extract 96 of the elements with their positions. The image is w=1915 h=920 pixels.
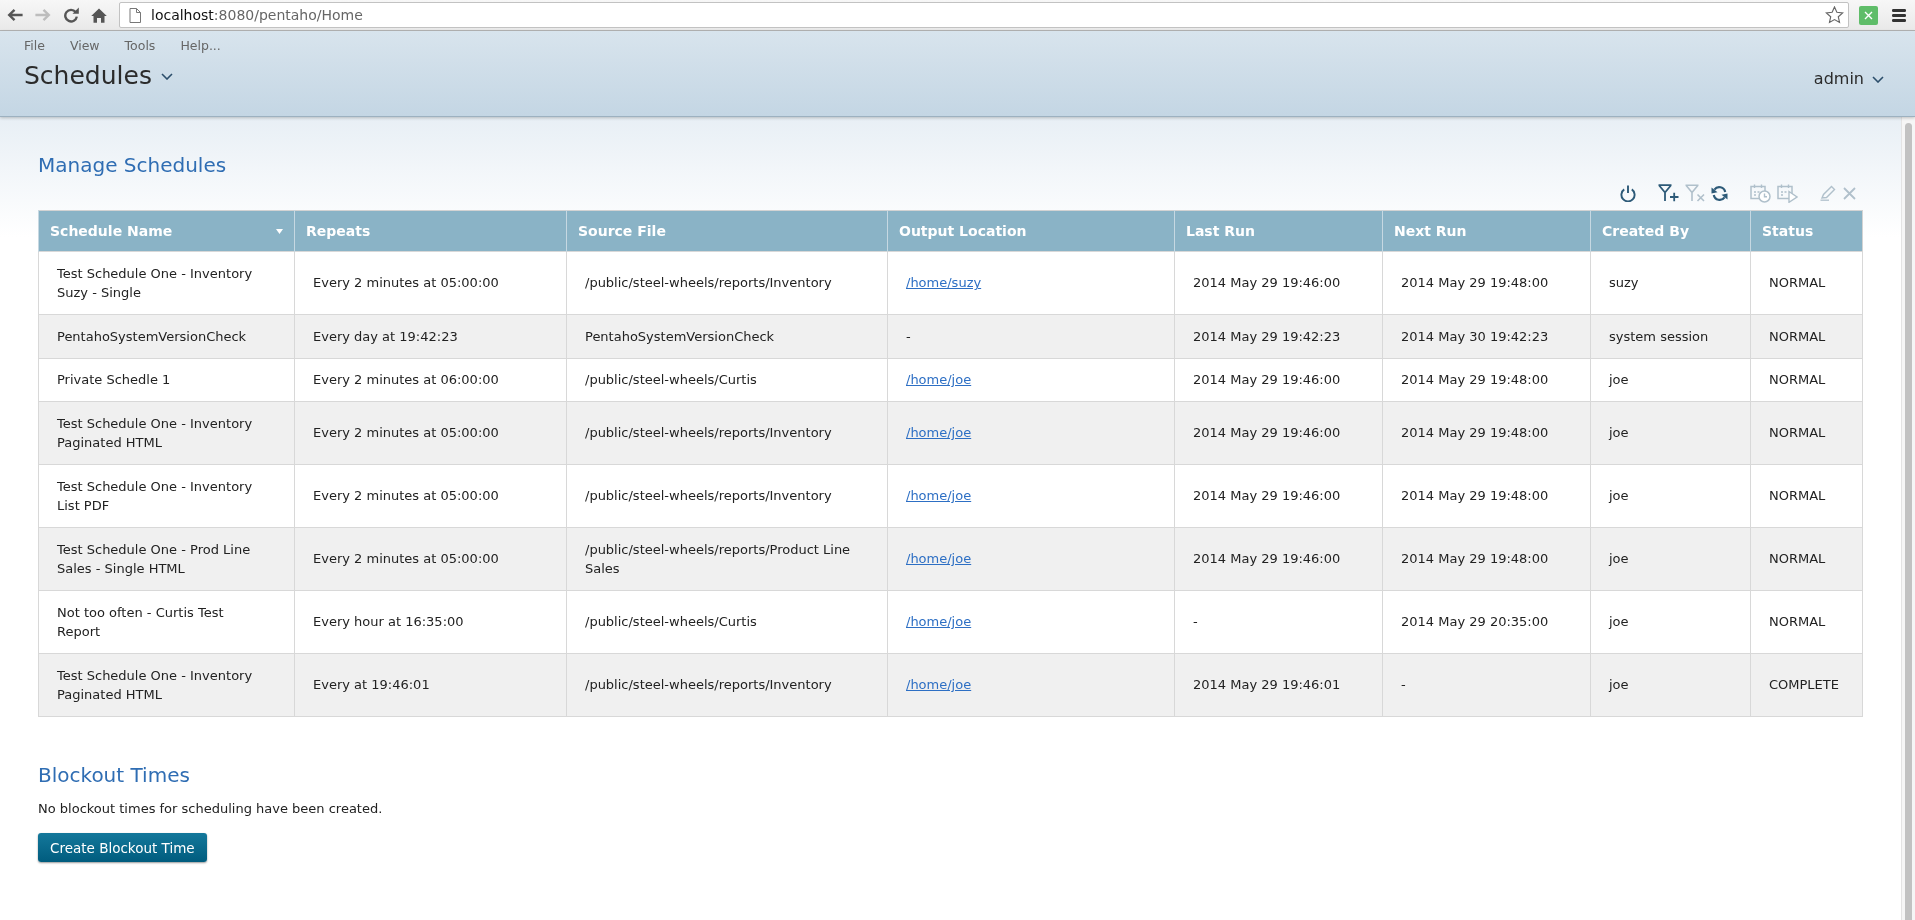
table-cell: 2014 May 29 19:48:00 (1382, 401, 1591, 465)
table-cell: system session (1590, 314, 1751, 358)
table-cell: /public/steel-wheels/reports/Inventory (566, 464, 888, 528)
table-row[interactable]: Test Schedule One - Inventory Paginated HTML Every 2 minutes at 05:00:00 /public/steel-wheels/reports/Inventory /home/joe 2014 May 29 19:46:00 2014 May 29 19:48:00 joe NORMAL (38, 401, 1863, 465)
table-row[interactable]: Test Schedule One - Inventory Paginated HTML Every at 19:46:01 /public/steel-wheels/reports/Inventory /home/joe 2014 May 29 19:46:01 - joe COMPLETE (38, 653, 1863, 717)
scrollbar-thumb[interactable] (1905, 123, 1912, 920)
table-row[interactable]: Test Schedule One - Inventory List PDF Every 2 minutes at 05:00:00 /public/steel-wheels/reports/Inventory /home/joe 2014 May 29 19:46:00 2014 May 29 19:48:00 joe NORMAL (38, 464, 1863, 528)
table-cell: 2014 May 29 19:48:00 (1382, 464, 1591, 528)
table-cell: - (887, 314, 1175, 358)
folder-link[interactable]: /home/joe (906, 425, 972, 441)
table-cell: NORMAL (1750, 401, 1863, 465)
table-cell: - (1174, 590, 1383, 654)
chevron-down-icon[interactable] (160, 72, 173, 80)
table-row[interactable]: Test Schedule One - Inventory Suzy - Single Every 2 minutes at 05:00:00 /public/steel-wheels/reports/Inventory /home/suzy 2014 May 29 19:46:00 2014 May 29 19:48:00 suzy NORMAL (38, 251, 1863, 315)
menu-item[interactable]: File (24, 38, 45, 54)
folder-link[interactable]: /home/joe (906, 372, 972, 387)
table-cell: joe (1590, 653, 1751, 717)
folder-link[interactable]: /home/suzy (906, 275, 982, 291)
menu-item[interactable]: Help... (180, 38, 221, 54)
folder-link[interactable]: /home/joe (906, 614, 972, 630)
table-cell: /public/steel-wheels/Curtis (566, 590, 888, 654)
table-cell: joe (1590, 464, 1751, 528)
perspective-menu[interactable]: Schedules (24, 59, 173, 93)
menu-item[interactable]: View (69, 38, 100, 54)
table-cell: Test Schedule One - Inventory Paginated HTML (38, 653, 295, 717)
table-cell: 2014 May 29 19:48:00 (1382, 358, 1591, 402)
user-menu[interactable]: admin (1813, 68, 1884, 90)
address-field[interactable]: localhost:8080/pentaho/Home (119, 2, 1849, 28)
table-cell: 2014 May 30 19:42:23 (1382, 314, 1591, 358)
table-cell: Every hour at 16:35:00 (294, 590, 567, 654)
table-row[interactable]: Test Schedule One - Prod Line Sales - Single HTML Every 2 minutes at 05:00:00 /public/steel-wheels/reports/Product Line Sales /home/joe 2014 May 29 19:46:00 2014 May 29 19:48:00 joe NORMAL (38, 527, 1863, 591)
table-cell: joe (1590, 358, 1751, 402)
table-row[interactable]: Not too often - Curtis Test Report Every hour at 16:35:00 /public/steel-wheels/Curtis /home/joe - 2014 May 29 20:35:00 joe NORMAL (38, 590, 1863, 654)
table-cell: Every at 19:46:01 (294, 653, 567, 717)
table-cell: Test Schedule One - Inventory List PDF (38, 464, 295, 528)
section-title: Manage Schedules (38, 153, 227, 177)
table-cell: joe (1590, 401, 1751, 465)
table-cell: COMPLETE (1750, 653, 1863, 717)
table-cell: 2014 May 29 19:46:00 (1174, 464, 1383, 528)
table-cell: NORMAL (1750, 251, 1863, 315)
menu-item[interactable]: Tools (124, 38, 156, 54)
table-cell: NORMAL (1750, 358, 1863, 402)
menu-icon[interactable] (1892, 8, 1906, 22)
x-tile-icon[interactable] (1859, 5, 1878, 25)
empty-message: No blockout times for scheduling have been created. (38, 800, 383, 818)
table-cell: Test Schedule One - Inventory Paginated HTML (38, 401, 295, 465)
table-cell: 2014 May 29 19:48:00 (1382, 251, 1591, 315)
table-cell: /public/steel-wheels/Curtis (566, 358, 888, 402)
table-cell: /public/steel-wheels/reports/Inventory (566, 653, 888, 717)
table-cell: /public/steel-wheels/reports/Inventory (566, 401, 888, 465)
page-icon (129, 7, 141, 23)
table-cell: Not too often - Curtis Test Report (38, 590, 295, 654)
filter-add-icon[interactable] (1658, 184, 1679, 202)
table-cell: 2014 May 29 19:46:00 (1174, 358, 1383, 402)
table-cell: NORMAL (1750, 464, 1863, 528)
table-row[interactable]: Private Schedle 1 Every 2 minutes at 06:00:00 /public/steel-wheels/Curtis /home/joe 2014 May 29 19:46:00 2014 May 29 19:48:00 joe NORMAL (38, 358, 1863, 402)
folder-link[interactable]: /home/joe (906, 488, 972, 504)
section-title: Blockout Times (38, 763, 190, 787)
table-cell: /public/steel-wheels/reports/Inventory (566, 251, 888, 315)
table-cell: Test Schedule One - Prod Line Sales - Single HTML (38, 527, 295, 591)
table-cell: NORMAL (1750, 527, 1863, 591)
folder-link[interactable]: /home/joe (906, 677, 972, 693)
table-cell: NORMAL (1750, 314, 1863, 358)
table-cell: Every day at 19:42:23 (294, 314, 567, 358)
table-cell: /public/steel-wheels/reports/Product Line Sales (566, 527, 888, 591)
table-cell: PentahoSystemVersionCheck (566, 314, 888, 358)
star-icon[interactable] (1825, 6, 1844, 24)
table-cell: Private Schedle 1 (38, 358, 295, 402)
back-icon[interactable] (7, 8, 23, 22)
table-cell: Every 2 minutes at 05:00:00 (294, 464, 567, 528)
home-icon[interactable] (91, 7, 107, 23)
folder-link[interactable]: /home/joe (906, 551, 972, 567)
table-cell: Every 2 minutes at 05:00:00 (294, 251, 567, 315)
table-cell: Every 2 minutes at 05:00:00 (294, 527, 567, 591)
refresh-icon[interactable] (1711, 184, 1728, 202)
table-cell: 2014 May 29 20:35:00 (1382, 590, 1591, 654)
table-cell: PentahoSystemVersionCheck (38, 314, 295, 358)
chevron-down-icon[interactable] (1872, 75, 1884, 83)
table-cell: 2014 May 29 19:46:00 (1174, 251, 1383, 315)
table-cell: 2014 May 29 19:42:23 (1174, 314, 1383, 358)
table-cell: 2014 May 29 19:46:01 (1174, 653, 1383, 717)
create-blockout-button[interactable]: Create Blockout Time (38, 833, 207, 862)
table-cell: NORMAL (1750, 590, 1863, 654)
table-cell: suzy (1590, 251, 1751, 315)
power-icon[interactable] (1620, 184, 1636, 202)
table-cell: Every 2 minutes at 05:00:00 (294, 401, 567, 465)
table-cell: - (1382, 653, 1591, 717)
table-cell: 2014 May 29 19:46:00 (1174, 527, 1383, 591)
reload-icon[interactable] (63, 7, 79, 23)
table-cell: 2014 May 29 19:46:00 (1174, 401, 1383, 465)
table-cell: joe (1590, 527, 1751, 591)
table-cell: Test Schedule One - Inventory Suzy - Single (38, 251, 295, 315)
table-cell: joe (1590, 590, 1751, 654)
table-row[interactable]: PentahoSystemVersionCheck Every day at 19:42:23 PentahoSystemVersionCheck - 2014 May 29 19:42:23 2014 May 30 19:42:23 system session NORMAL (38, 314, 1863, 358)
table-cell: 2014 May 29 19:48:00 (1382, 527, 1591, 591)
table-cell: Every 2 minutes at 06:00:00 (294, 358, 567, 402)
